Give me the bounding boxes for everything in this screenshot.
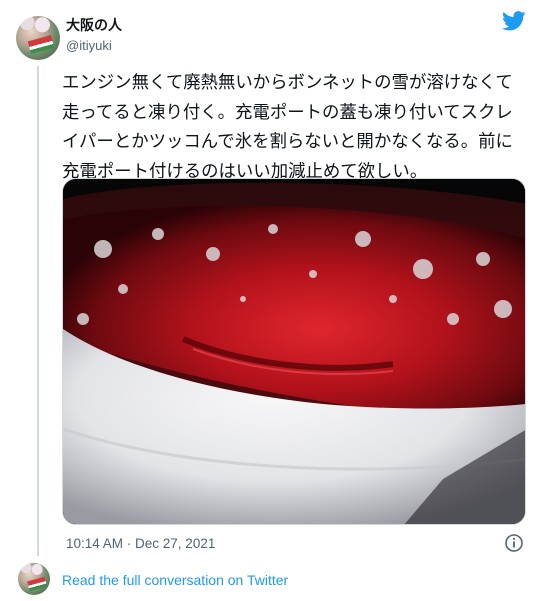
twitter-bird-icon[interactable] [502,11,526,31]
tweet-timestamp[interactable]: 10:14 AM · Dec 27, 2021 [66,535,215,553]
read-full-conversation-link[interactable]: Read the full conversation on Twitter [62,571,288,589]
reply-avatar[interactable] [18,563,50,595]
author-handle[interactable]: @itiyuki [66,37,112,55]
tweet-text: エンジン無くて廃熱無いからボンネットの雪が溶けなくて走ってると凍り付く。充電ポー… [62,73,513,182]
tweet-photo[interactable] [62,178,526,525]
author-avatar[interactable] [16,16,60,60]
info-icon[interactable] [504,533,524,553]
snowy-car-hood-image [63,179,525,524]
thread-line [37,66,39,556]
author-display-name[interactable]: 大阪の人 [66,17,122,35]
